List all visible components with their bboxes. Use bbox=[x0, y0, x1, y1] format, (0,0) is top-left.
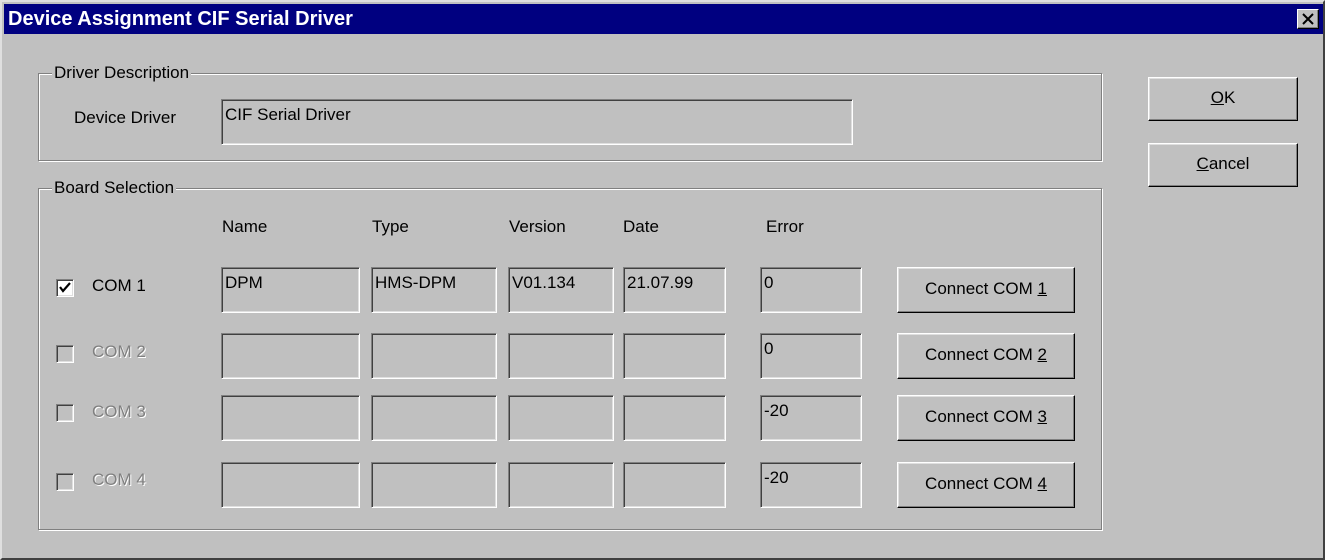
close-icon bbox=[1302, 13, 1314, 25]
dialog-window: Device Assignment CIF Serial Driver Driv… bbox=[0, 0, 1325, 560]
connect-com4-button[interactable]: Connect COM 4 bbox=[897, 462, 1075, 508]
com3-name-field[interactable] bbox=[221, 395, 360, 441]
com1-name-field[interactable]: DPM bbox=[221, 267, 360, 313]
com1-date-field[interactable]: 21.07.99 bbox=[623, 267, 726, 313]
com3-checkbox[interactable] bbox=[56, 404, 74, 422]
connect-com2-button[interactable]: Connect COM 2 bbox=[897, 333, 1075, 379]
com2-error-field[interactable]: 0 bbox=[760, 333, 862, 379]
cancel-button[interactable]: Cancel bbox=[1148, 143, 1298, 187]
com4-version-field[interactable] bbox=[508, 462, 614, 508]
com3-type-field[interactable] bbox=[371, 395, 497, 441]
com2-version-field[interactable] bbox=[508, 333, 614, 379]
com4-date-field[interactable] bbox=[623, 462, 726, 508]
com4-error-field[interactable]: -20 bbox=[760, 462, 862, 508]
board-selection-label: Board Selection bbox=[52, 178, 177, 198]
column-header-version: Version bbox=[509, 217, 566, 236]
connect-com1-button[interactable]: Connect COM 1 bbox=[897, 267, 1075, 313]
com2-type-field[interactable] bbox=[371, 333, 497, 379]
title-bar[interactable]: Device Assignment CIF Serial Driver bbox=[4, 4, 1323, 34]
com3-version-field[interactable] bbox=[508, 395, 614, 441]
com3-date-field[interactable] bbox=[623, 395, 726, 441]
com1-type-field[interactable]: HMS-DPM bbox=[371, 267, 497, 313]
com3-label: COM 3 bbox=[92, 402, 146, 421]
com2-name-field[interactable] bbox=[221, 333, 360, 379]
connect-com3-button[interactable]: Connect COM 3 bbox=[897, 395, 1075, 441]
column-header-name: Name bbox=[222, 217, 268, 236]
com2-date-field[interactable] bbox=[623, 333, 726, 379]
column-header-error: Error bbox=[766, 217, 804, 236]
com2-label: COM 2 bbox=[92, 342, 146, 361]
close-button[interactable] bbox=[1297, 9, 1319, 29]
com4-label: COM 4 bbox=[92, 470, 146, 489]
checkmark-icon bbox=[59, 282, 71, 293]
window-title: Device Assignment CIF Serial Driver bbox=[8, 8, 353, 30]
com4-name-field[interactable] bbox=[221, 462, 360, 508]
device-driver-field[interactable]: CIF Serial Driver bbox=[221, 99, 853, 145]
com1-version-field[interactable]: V01.134 bbox=[508, 267, 614, 313]
com2-checkbox[interactable] bbox=[56, 345, 74, 363]
com4-type-field[interactable] bbox=[371, 462, 497, 508]
com1-error-field[interactable]: 0 bbox=[760, 267, 862, 313]
device-driver-label: Device Driver bbox=[74, 108, 177, 127]
com4-checkbox[interactable] bbox=[56, 473, 74, 491]
column-header-date: Date bbox=[623, 217, 659, 236]
driver-description-label: Driver Description bbox=[52, 63, 192, 83]
com1-checkbox[interactable] bbox=[56, 279, 74, 297]
com3-error-field[interactable]: -20 bbox=[760, 395, 862, 441]
com1-label: COM 1 bbox=[92, 276, 146, 295]
column-header-type: Type bbox=[372, 217, 409, 236]
ok-button[interactable]: OK bbox=[1148, 77, 1298, 121]
